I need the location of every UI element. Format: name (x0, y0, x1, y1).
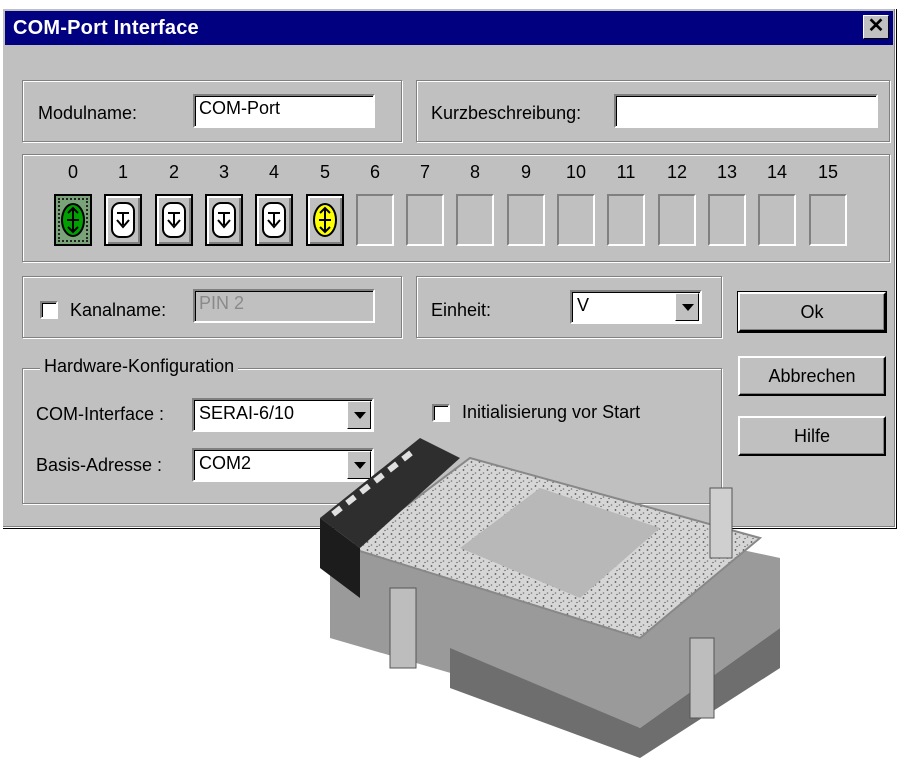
channel-connector-icon (61, 203, 85, 237)
channel-number: 15 (817, 162, 839, 182)
channel-number: 9 (520, 162, 531, 182)
init-before-start-checkbox[interactable] (432, 404, 450, 422)
channel-number: 10 (565, 162, 587, 182)
channel-slot[interactable] (306, 194, 344, 246)
channel-number: 8 (469, 162, 480, 182)
init-before-start-label: Initialisierung vor Start (462, 402, 641, 422)
unit-select[interactable]: V (570, 290, 702, 324)
short-description-label: Kurzbeschreibung: (431, 103, 582, 123)
serial-adapter-image (320, 438, 780, 758)
channel-slot[interactable] (708, 194, 746, 246)
close-button[interactable]: ✕ (863, 15, 889, 39)
channel-number: 12 (666, 162, 688, 182)
short-description-input[interactable] (614, 94, 878, 128)
channel-connector-icon (262, 202, 286, 238)
channel-number: 7 (419, 162, 430, 182)
channel-number: 5 (319, 162, 330, 182)
channel-slot[interactable] (54, 194, 92, 246)
channel-number: 14 (766, 162, 788, 182)
unit-value: V (577, 295, 590, 315)
module-name-label: Modulname: (38, 103, 138, 123)
channel-number: 0 (67, 162, 78, 182)
channel-number: 13 (716, 162, 738, 182)
channel-connector-icon (313, 203, 337, 237)
channel-name-input: PIN 2 (193, 289, 375, 323)
ok-button[interactable]: Ok (737, 291, 887, 333)
channel-connector-icon (111, 202, 135, 238)
channel-number: 1 (117, 162, 128, 182)
channel-number: 4 (268, 162, 279, 182)
base-address-value: COM2 (199, 453, 252, 473)
cancel-button-label: Abbrechen (768, 366, 856, 386)
channel-slot[interactable] (557, 194, 595, 246)
channel-slot[interactable] (406, 194, 444, 246)
channel-slot[interactable] (809, 194, 847, 246)
channel-connector-icon (212, 202, 236, 238)
base-address-label: Basis-Adresse : (36, 455, 163, 475)
com-interface-value: SERAI-6/10 (199, 403, 295, 423)
channel-slot[interactable] (205, 194, 243, 246)
channel-number: 11 (616, 162, 636, 182)
ok-button-label: Ok (800, 302, 824, 322)
cancel-button[interactable]: Abbrechen (738, 356, 886, 396)
close-icon: ✕ (867, 15, 885, 37)
unit-dropdown-arrow-icon[interactable] (675, 293, 699, 321)
channel-connector-icon (162, 202, 186, 238)
module-name-input[interactable]: COM-Port (193, 94, 375, 128)
channel-slot[interactable] (255, 194, 293, 246)
com-interface-label: COM-Interface : (36, 404, 165, 424)
channel-name-checkbox[interactable] (40, 301, 58, 319)
channel-number: 6 (369, 162, 380, 182)
window-title: COM-Port Interface (13, 17, 199, 39)
channel-slot[interactable] (658, 194, 696, 246)
com-interface-select[interactable]: SERAI-6/10 (192, 398, 374, 432)
help-button-label: Hilfe (793, 426, 830, 446)
channel-number: 2 (168, 162, 179, 182)
com-interface-dropdown-arrow-icon[interactable] (347, 401, 371, 429)
channel-slot[interactable] (456, 194, 494, 246)
channel-slot[interactable] (607, 194, 645, 246)
channel-slot[interactable] (155, 194, 193, 246)
channel-slot[interactable] (507, 194, 545, 246)
channel-slot[interactable] (356, 194, 394, 246)
channel-slot[interactable] (758, 194, 796, 246)
title-bar[interactable]: COM-Port Interface ✕ (5, 11, 893, 45)
channel-slot[interactable] (104, 194, 142, 246)
channel-number: 3 (218, 162, 229, 182)
unit-label: Einheit: (431, 300, 492, 320)
channel-name-label: Kanalname: (70, 300, 167, 320)
hardware-config-legend: Hardware-Konfiguration (40, 356, 239, 377)
